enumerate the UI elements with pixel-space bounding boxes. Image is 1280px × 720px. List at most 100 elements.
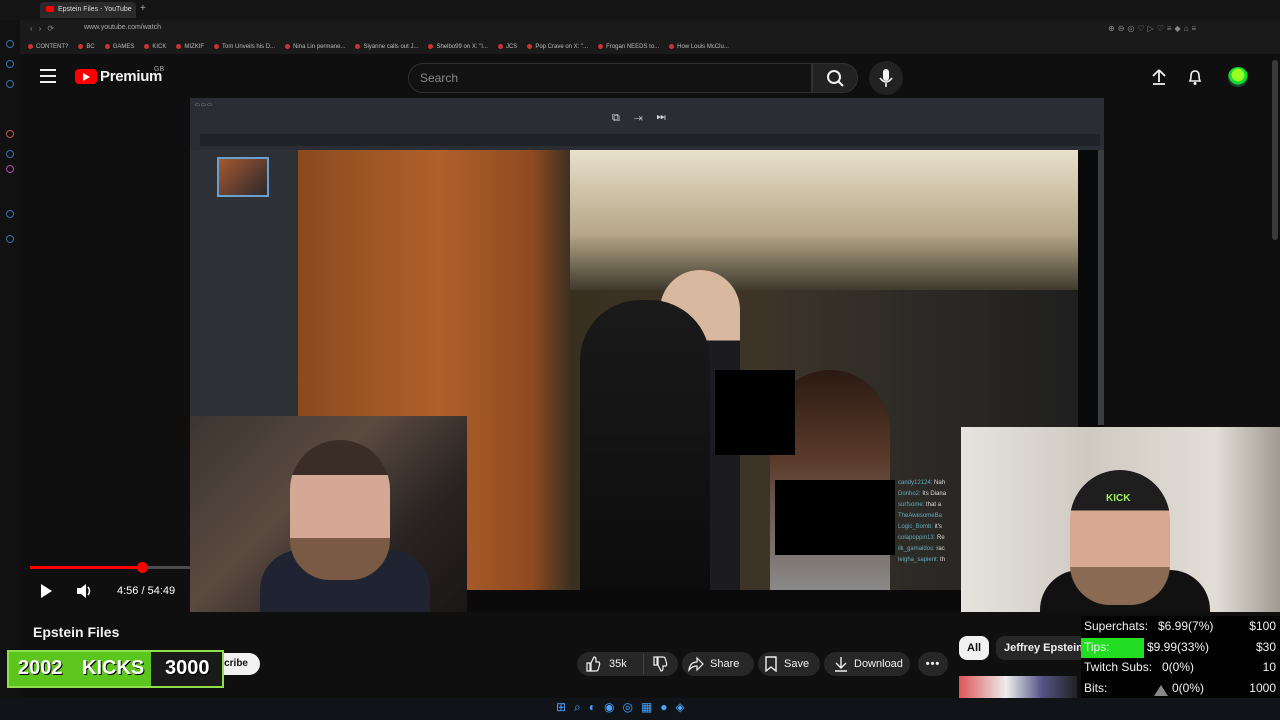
- new-tab-button[interactable]: +: [140, 3, 146, 14]
- bookmark-item[interactable]: KICK: [144, 40, 166, 54]
- video-inner-tabs: ▭ ▭ ▭: [195, 102, 212, 108]
- bookmark-item[interactable]: BC: [78, 40, 94, 54]
- stat-label: Bits:: [1084, 680, 1108, 695]
- pdf-page-thumbnail[interactable]: [217, 157, 269, 197]
- thumbs-up-icon: [586, 656, 601, 672]
- sidebar-app-icon[interactable]: [6, 235, 14, 243]
- progress-fill: [30, 566, 142, 569]
- bookmark-item[interactable]: Siyanne calls out J...: [355, 40, 418, 54]
- bookmark-item[interactable]: JCS: [498, 40, 517, 54]
- country-code: GB: [154, 66, 165, 73]
- sidebar-app-icon[interactable]: [6, 60, 14, 68]
- stat-value: 0(0%): [1172, 680, 1205, 695]
- chat-text: rac: [936, 546, 945, 552]
- thumbs-down-icon[interactable]: [652, 656, 668, 672]
- chat-username: Donho2:: [898, 491, 923, 497]
- kicks-goal-target: 3000: [165, 657, 210, 679]
- browser-tab[interactable]: Epstein Files - YouTube: [40, 2, 136, 18]
- chat-message: candy12124: Nah: [898, 478, 946, 489]
- chat-username: candy12124:: [898, 480, 935, 486]
- stat-goal: 1000: [1249, 680, 1276, 695]
- share-button[interactable]: Share: [682, 652, 754, 676]
- chat-text: Nah: [934, 480, 946, 486]
- hamburger-icon[interactable]: [40, 69, 56, 83]
- stat-goal: 10: [1262, 660, 1276, 674]
- bell-icon[interactable]: [1186, 68, 1204, 91]
- more-actions-button[interactable]: •••: [918, 652, 948, 676]
- bookmark-item[interactable]: CONTENT?: [28, 40, 68, 54]
- bookmark-item[interactable]: MIZKIF: [176, 40, 204, 54]
- stat-row: Twitch Subs: 0(0%) 10: [1084, 658, 1276, 678]
- sidebar-app-icon[interactable]: [6, 80, 14, 88]
- bookmark-item[interactable]: Pop Crave on X: "...: [527, 40, 588, 54]
- stat-row: Superchats: $6.99(7%) $100: [1084, 617, 1276, 637]
- browser-sidebar: [0, 20, 20, 720]
- tab-title: Epstein Files - YouTube: [58, 6, 132, 13]
- chat-text: Re: [937, 535, 945, 541]
- logo-text: Premium: [100, 68, 163, 85]
- sidebar-app-icon[interactable]: [6, 40, 14, 48]
- webcam-person: [1070, 470, 1170, 605]
- play-button[interactable]: [38, 583, 54, 604]
- webcam-person: [290, 440, 390, 580]
- browser-nav-icons[interactable]: ‹›⟳: [30, 24, 60, 33]
- stat-row: Tips: $9.99(33%) $30: [1081, 637, 1276, 658]
- stat-value: 0(0%): [1162, 660, 1195, 674]
- chat-username: colapoppin13:: [898, 535, 938, 541]
- chat-message: leigha_sapient: th: [898, 555, 946, 566]
- bits-icon: [1154, 684, 1168, 696]
- volume-button[interactable]: [76, 583, 94, 604]
- chat-text: th: [940, 557, 946, 563]
- chat-username: ilk_gamaldos:: [898, 546, 937, 552]
- chat-username: surfsome:: [898, 502, 927, 508]
- voice-search-button[interactable]: [869, 61, 903, 95]
- chat-text: that a: [926, 502, 942, 508]
- time-display: 4:56 / 54:49: [117, 585, 176, 597]
- kicks-label: KICKS: [82, 657, 145, 679]
- redaction-box: [775, 480, 895, 555]
- bookmark-item[interactable]: Tom Unveils his D...: [214, 40, 275, 54]
- search-button[interactable]: [812, 63, 858, 93]
- page-scrollbar[interactable]: [1272, 60, 1278, 240]
- chat-text: it's: [934, 524, 942, 530]
- bookmark-item[interactable]: Nina Lin permane...: [285, 40, 345, 54]
- play-icon: [41, 584, 52, 598]
- stat-goal: $100: [1249, 619, 1276, 633]
- sidebar-app-icon[interactable]: [6, 150, 14, 158]
- chip-topic[interactable]: Jeffrey Epstein: [996, 636, 1091, 660]
- player-overlay-icons[interactable]: ⧉⇥⏭: [612, 112, 680, 125]
- upload-icon[interactable]: [1150, 68, 1168, 91]
- save-button[interactable]: Save: [758, 652, 820, 676]
- url-text[interactable]: www.youtube.com/watch: [84, 24, 161, 31]
- like-count: 35k: [609, 658, 627, 670]
- browser-tab-bar: [0, 0, 1280, 20]
- chat-text: Its Diana: [922, 491, 947, 497]
- kicks-current: 2002: [18, 657, 63, 679]
- bookmark-item[interactable]: Shelbo99 on X: "I...: [428, 40, 488, 54]
- volume-icon: [77, 584, 91, 598]
- sidebar-app-icon[interactable]: [6, 165, 14, 173]
- address-bar[interactable]: [20, 20, 1280, 40]
- download-label: Download: [854, 658, 903, 670]
- download-button[interactable]: Download: [824, 652, 910, 676]
- search-input[interactable]: [408, 63, 812, 93]
- chat-message: TheAwesomeBa: [898, 511, 946, 522]
- bookmark-item[interactable]: How Louis McClu...: [669, 40, 729, 54]
- download-icon: [835, 657, 847, 672]
- photo-person: [580, 300, 710, 590]
- taskbar-app-icons[interactable]: ⊞⌕◐◉◎▦●◈: [556, 700, 693, 715]
- chip-all[interactable]: All: [959, 636, 990, 660]
- youtube-logo[interactable]: Premium: [75, 68, 162, 85]
- like-button[interactable]: 35k: [577, 652, 678, 676]
- stat-goal: $30: [1255, 639, 1276, 654]
- cap-logo: KICK: [1106, 493, 1131, 504]
- avatar[interactable]: [1228, 67, 1248, 87]
- sidebar-app-icon[interactable]: [6, 130, 14, 138]
- stat-value: $9.99(33%): [1147, 639, 1210, 654]
- bookmark-item[interactable]: Frogan NEEDS to...: [598, 40, 659, 54]
- progress-scrubber[interactable]: [137, 562, 148, 573]
- sidebar-app-icon[interactable]: [6, 210, 14, 218]
- recommended-video-thumbnail[interactable]: [959, 676, 1077, 698]
- extension-icons[interactable]: ⊕⊖◎♡▷♡≡◆⌂≡: [1108, 24, 1199, 33]
- bookmark-item[interactable]: GAMES: [105, 40, 135, 54]
